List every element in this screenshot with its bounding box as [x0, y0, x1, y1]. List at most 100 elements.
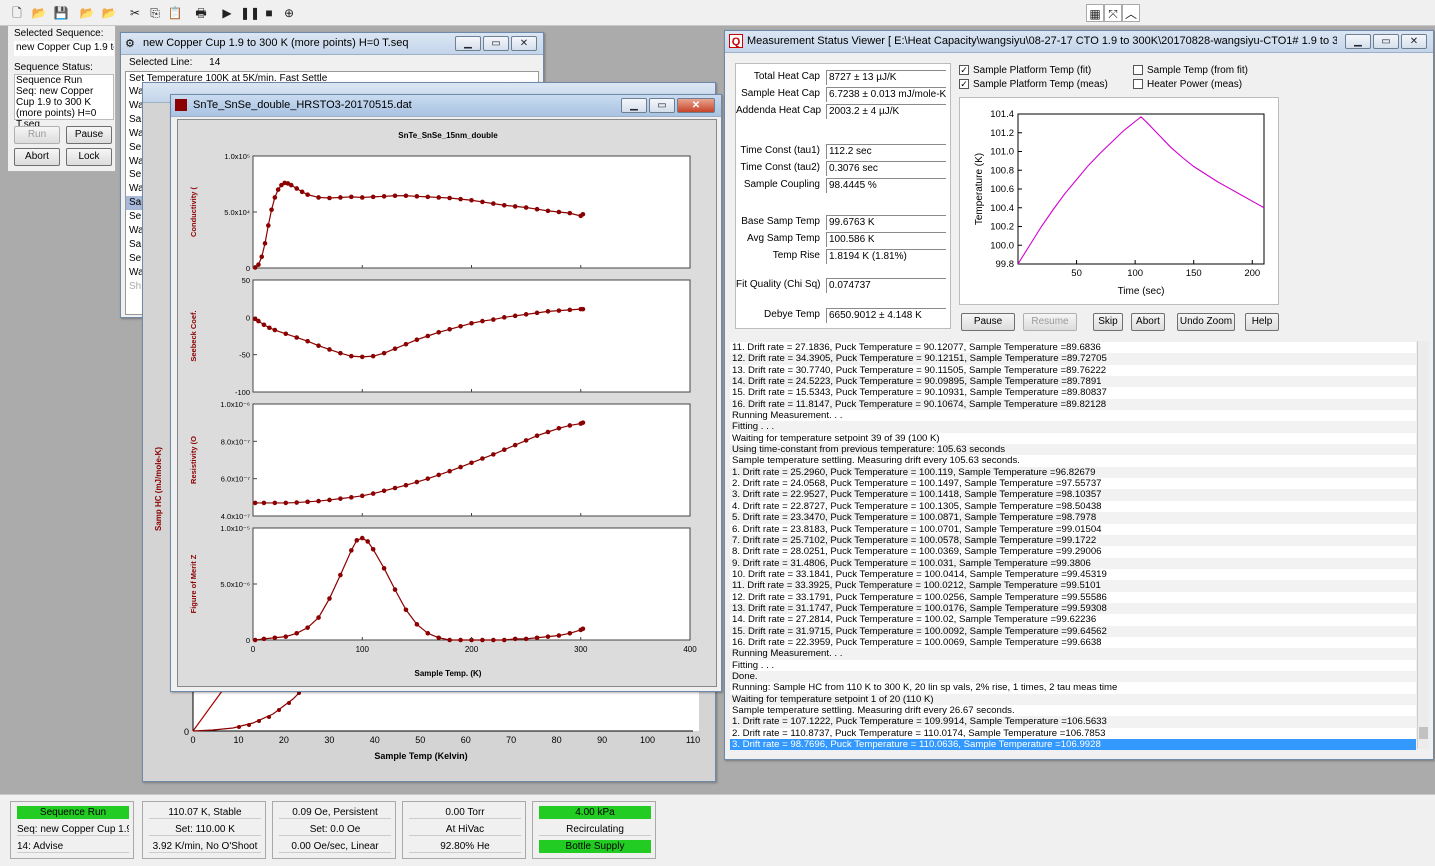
data-point — [567, 630, 573, 636]
open-folder-2-icon[interactable]: 📂 — [100, 4, 118, 22]
print-icon[interactable]: 🖶 — [192, 4, 210, 22]
log-line[interactable]: Fitting . . . — [730, 660, 1416, 671]
log-line[interactable]: Running: Sample HC from 110 K to 300 K, … — [730, 682, 1416, 693]
log-line[interactable]: Waiting for temperature setpoint 1 of 20… — [730, 693, 1416, 705]
main-toolbar: 🗋 📂 💾 📂 📂 ✂ ⎘ 📋 🖶 ▶ ❚❚ ■ ⊕ ▦ ⤧ ︿ — [0, 0, 1435, 26]
log-line[interactable]: 11. Drift rate = 27.1836, Puck Temperatu… — [730, 342, 1416, 353]
pause-button[interactable]: Pause — [66, 126, 112, 144]
data-point — [580, 211, 586, 217]
data-point — [294, 186, 299, 191]
sequence-window-titlebar[interactable]: ⚙ new Copper Cup 1.9 to 300 K (more poin… — [121, 33, 543, 55]
sequence-status-label: Sequence Status: — [14, 62, 93, 73]
maximize-button[interactable]: ▭ — [483, 36, 509, 51]
resume-button[interactable]: Resume — [1023, 313, 1077, 331]
checkbox-1[interactable]: ✓ — [959, 65, 969, 75]
log-line[interactable]: Sample temperature settling. Measuring d… — [730, 705, 1416, 716]
close-button[interactable]: ✕ — [511, 36, 537, 51]
data-point — [491, 452, 496, 457]
skip-button[interactable]: Skip — [1093, 313, 1123, 331]
log-line[interactable]: 16. Drift rate = 22.3959, Puck Temperatu… — [730, 637, 1416, 648]
close-button[interactable]: ✕ — [677, 98, 715, 113]
data-panel-ytick: 5.0x10⁻⁶ — [220, 580, 250, 589]
help-button[interactable]: Help — [1245, 313, 1279, 331]
new-file-icon[interactable]: 🗋 — [8, 4, 26, 22]
field-label: Sample Heat Cap — [741, 88, 820, 99]
log-line[interactable]: 1. Drift rate = 107.1222, Puck Temperatu… — [730, 716, 1416, 728]
data-plot-xtick: 0 — [251, 645, 256, 654]
pause-button[interactable]: Pause — [961, 313, 1015, 331]
log-line[interactable]: 9. Drift rate = 31.4806, Puck Temperatur… — [730, 557, 1416, 569]
log-line[interactable]: 5. Drift rate = 23.3470, Puck Temperatur… — [730, 512, 1416, 524]
sequence-control-panel: Selected Sequence: new Copper Cup 1.9 tc… — [8, 26, 116, 172]
field-label: Avg Samp Temp — [746, 233, 820, 244]
checkbox-3[interactable] — [1133, 65, 1143, 75]
measurement-log[interactable]: 11. Drift rate = 27.1836, Puck Temperatu… — [730, 342, 1416, 750]
log-line[interactable]: Waiting for temperature setpoint 39 of 3… — [730, 433, 1416, 444]
log-line[interactable]: 6. Drift rate = 23.8183, Puck Temperatur… — [730, 524, 1416, 535]
log-line[interactable]: 13. Drift rate = 31.1747, Puck Temperatu… — [730, 602, 1416, 615]
log-scrollbar[interactable] — [1417, 341, 1429, 749]
data-point — [392, 193, 398, 199]
log-line[interactable]: Running Measurement. . . — [730, 648, 1416, 660]
log-line[interactable]: 10. Drift rate = 33.1841, Puck Temperatu… — [730, 569, 1416, 580]
log-line[interactable]: 16. Drift rate = 11.8147, Puck Temperatu… — [730, 398, 1416, 411]
expand-icon[interactable]: ⤧ — [1104, 4, 1122, 22]
checkbox-2[interactable]: ✓ — [959, 79, 969, 89]
open-folder-icon[interactable]: 📂 — [78, 4, 96, 22]
globe-icon[interactable]: ⊕ — [280, 4, 298, 22]
minimize-button[interactable]: ▁ — [455, 36, 481, 51]
collapse-icon[interactable]: ︿ — [1122, 4, 1140, 22]
grid-icon[interactable]: ▦ — [1086, 4, 1104, 22]
log-line[interactable]: 14. Drift rate = 24.5223, Puck Temperatu… — [730, 376, 1416, 388]
graph-ytick: 100.0 — [990, 240, 1014, 251]
log-line[interactable]: 2. Drift rate = 24.0568, Puck Temperatur… — [730, 478, 1416, 489]
data-point — [272, 500, 278, 506]
log-line[interactable]: 11. Drift rate = 33.3925, Puck Temperatu… — [730, 580, 1416, 592]
abort-button[interactable]: Abort — [1131, 313, 1165, 331]
status-cell: 4.00 kPa — [539, 806, 651, 819]
pause-icon[interactable]: ❚❚ — [240, 4, 260, 22]
minimize-button[interactable]: ▁ — [1345, 34, 1371, 49]
log-line[interactable]: 1. Drift rate = 25.2960, Puck Temperatur… — [730, 466, 1416, 479]
checkbox-4[interactable] — [1133, 79, 1143, 89]
data-point — [392, 587, 398, 592]
abort-button[interactable]: Abort — [14, 148, 60, 166]
minimize-button[interactable]: ▁ — [621, 98, 647, 113]
save-icon[interactable]: 💾 — [52, 4, 70, 22]
cut-icon[interactable]: ✂ — [126, 4, 144, 22]
data-point — [512, 204, 518, 209]
log-line[interactable]: 3. Drift rate = 22.9527, Puck Temperatur… — [730, 489, 1416, 501]
log-line[interactable]: 12. Drift rate = 33.1791, Puck Temperatu… — [730, 592, 1416, 603]
log-line[interactable]: 8. Drift rate = 28.0251, Puck Temperatur… — [730, 546, 1416, 557]
maximize-button[interactable]: ▭ — [649, 98, 675, 113]
copy-icon[interactable]: ⎘ — [146, 4, 164, 22]
paste-icon[interactable]: 📋 — [166, 4, 184, 22]
undo-zoom-button[interactable]: Undo Zoom — [1177, 313, 1235, 331]
log-line[interactable]: 7. Drift rate = 25.7102, Puck Temperatur… — [730, 534, 1416, 547]
log-line[interactable]: 3. Drift rate = 98.7696, Puck Temperatur… — [730, 739, 1416, 750]
log-line[interactable]: 12. Drift rate = 34.3905, Puck Temperatu… — [730, 353, 1416, 365]
log-line[interactable]: 15. Drift rate = 15.5343, Puck Temperatu… — [730, 387, 1416, 398]
sequence-seq-text: Seq: new Copper Cup 1.9 to 300 K (more p… — [16, 86, 97, 130]
log-line[interactable]: Fitting . . . — [730, 421, 1416, 433]
open-file-icon[interactable]: 📂 — [30, 4, 48, 22]
maximize-button[interactable]: ▭ — [1373, 34, 1399, 49]
log-line[interactable]: 14. Drift rate = 27.2814, Puck Temperatu… — [730, 614, 1416, 625]
log-scrollbar-thumb[interactable] — [1419, 727, 1428, 739]
log-line[interactable]: Done. — [730, 670, 1416, 683]
log-line[interactable]: Sample temperature settling. Measuring d… — [730, 455, 1416, 466]
play-icon[interactable]: ▶ — [218, 4, 236, 22]
data-window-icon — [175, 99, 187, 111]
close-button[interactable]: ✕ — [1401, 34, 1427, 49]
log-line[interactable]: 4. Drift rate = 22.8727, Puck Temperatur… — [730, 501, 1416, 512]
stop-icon[interactable]: ■ — [260, 4, 278, 22]
lock-button[interactable]: Lock — [66, 148, 112, 166]
run-button[interactable]: Run — [14, 126, 60, 144]
status-viewer-titlebar[interactable]: Q Measurement Status Viewer [ E:\Heat Ca… — [725, 31, 1433, 53]
log-line[interactable]: 2. Drift rate = 110.8737, Puck Temperatu… — [730, 728, 1416, 739]
log-line[interactable]: Using time-constant from previous temper… — [730, 444, 1416, 456]
log-line[interactable]: Running Measurement. . . — [730, 410, 1416, 421]
log-line[interactable]: 13. Drift rate = 30.7740, Puck Temperatu… — [730, 365, 1416, 376]
data-window-titlebar[interactable]: SnTe_SnSe_double_HRSTO3-20170515.dat ▁ ▭ ✕ — [171, 95, 721, 117]
log-line[interactable]: 15. Drift rate = 31.9715, Puck Temperatu… — [730, 625, 1416, 637]
